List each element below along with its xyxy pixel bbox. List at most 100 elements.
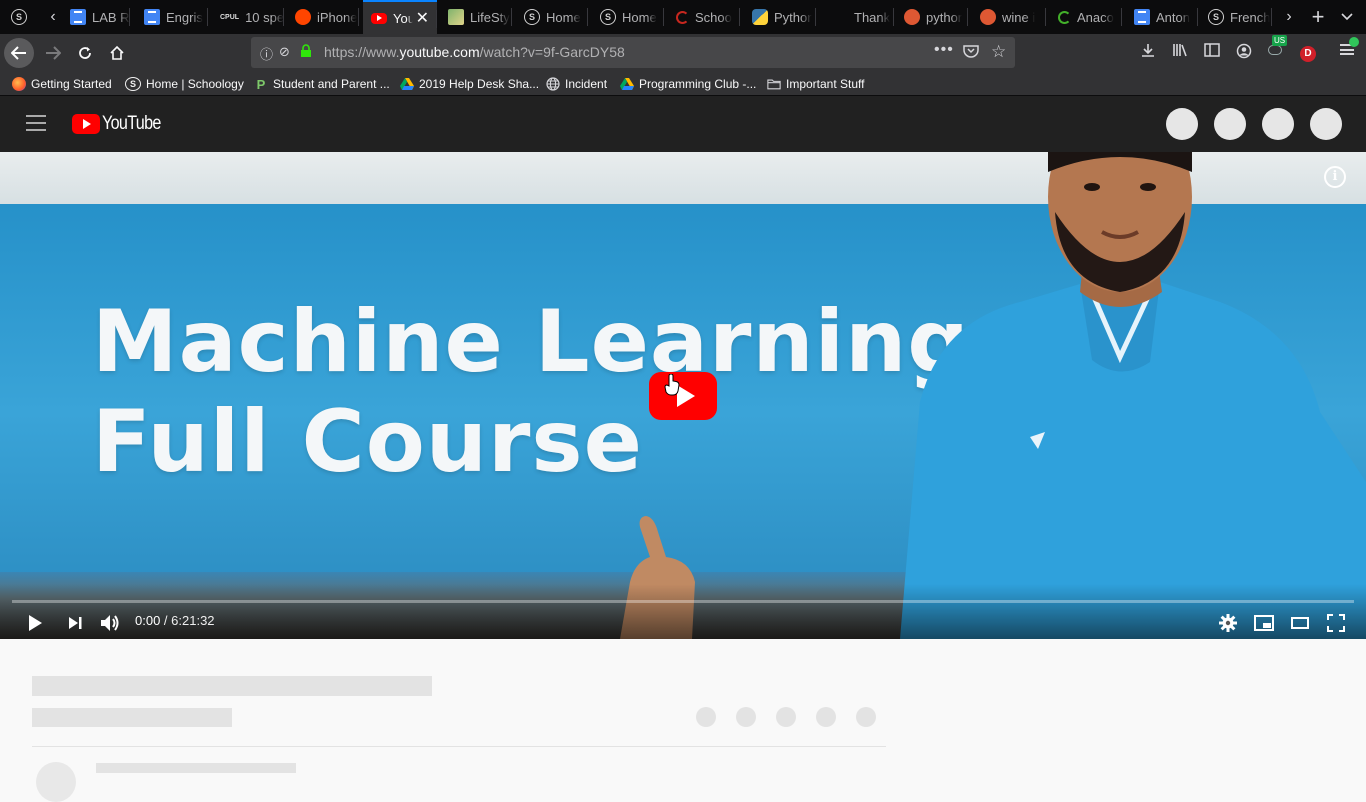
guide-menu-button[interactable] [26,115,46,131]
bookmark-help-desk[interactable]: 2019 Help Desk Sha... [400,75,539,93]
docs-icon [70,9,86,25]
page-actions-icon[interactable]: ••• [934,41,954,59]
miniplayer-button[interactable] [1251,612,1277,634]
tab-python[interactable]: Pythor [744,0,816,34]
forward-button[interactable] [38,38,68,68]
schoology-icon: S [11,9,27,25]
downloads-icon[interactable] [1138,43,1158,61]
tab-schoo[interactable]: Schoo [668,0,740,34]
anaconda-icon [1058,10,1071,24]
account-icon[interactable] [1234,43,1254,63]
new-tab-button[interactable]: + [1306,0,1330,34]
masthead-placeholder-button[interactable] [1166,108,1198,140]
folder-icon [767,79,781,90]
scroll-tabs-right-button[interactable]: › [1278,0,1300,34]
bookmark-star-icon[interactable]: ☆ [991,42,1006,62]
mute-button[interactable] [98,612,124,634]
pinned-schoology-tab[interactable]: S [6,0,32,34]
tab-label: pythor [926,9,963,25]
tab-label: Thank [854,9,891,25]
video-info-button[interactable]: i [1324,166,1346,188]
action-placeholder [856,707,876,727]
home-button[interactable] [102,38,132,68]
miniplayer-icon [1254,615,1274,631]
schoology-icon: S [125,77,141,91]
drive-icon [400,78,414,90]
chevron-down-icon [1341,13,1353,21]
tab-iphone[interactable]: iPhone [287,0,359,34]
bookmark-home-schoology[interactable]: S Home | Schoology [125,75,244,93]
tab-thank[interactable]: Thank [820,0,894,34]
bookmark-getting-started[interactable]: Getting Started [12,75,112,93]
tab-label: Home [622,9,657,25]
progress-bar[interactable] [12,600,1354,603]
tab-anaconda[interactable]: Anaco [1050,0,1122,34]
menu-button[interactable] [1337,37,1359,56]
bookmark-student-parent[interactable]: P Student and Parent ... [254,75,390,93]
home-icon [110,45,124,60]
bookmark-label: Important Stuff [786,77,865,91]
fullscreen-button[interactable] [1323,612,1349,634]
tab-home-2[interactable]: S Home [592,0,664,34]
schoology-icon: S [600,9,616,25]
tab-french[interactable]: S French [1200,0,1272,34]
autoplay-blocked-icon[interactable]: ⊘ [279,44,290,60]
tab-label: Schoo [695,9,732,25]
action-placeholder [736,707,756,727]
scroll-tabs-left-button[interactable]: ‹ [42,0,64,34]
youtube-logo[interactable]: YouTube [72,113,171,135]
tab-10-spe[interactable]: CPUL 10 spe [212,0,284,34]
tab-lifesty[interactable]: LifeSty [440,0,512,34]
bookmark-incident[interactable]: Incident [546,75,607,93]
tab-python-search[interactable]: pythor [896,0,968,34]
masthead-placeholder-button[interactable] [1310,108,1342,140]
tab-engris[interactable]: Engris [136,0,208,34]
chevron-right-icon: › [1286,8,1292,25]
url-prefix: https://www. [324,44,400,60]
url-bar[interactable]: ⓘ ⊘ https://www.youtube.com/watch?v=9f-G… [251,37,1015,68]
bookmark-programming-club[interactable]: Programming Club -... [620,75,756,93]
globe-icon [546,77,560,91]
settings-button[interactable] [1215,612,1241,634]
tab-home-1[interactable]: S Home [516,0,588,34]
image-icon [448,9,464,25]
bookmarks-toolbar: Getting Started S Home | Schoology P Stu… [0,72,1366,96]
url-domain: youtube.com [399,44,480,60]
tab-wine[interactable]: wine i [972,0,1046,34]
bookmark-label: Student and Parent ... [273,77,390,91]
library-icon[interactable] [1170,43,1190,61]
pocket-icon[interactable] [963,44,979,61]
masthead-placeholder-button[interactable] [1214,108,1246,140]
profile-extension-button[interactable]: D [1298,43,1318,62]
close-tab-icon[interactable]: ✕ [416,8,429,28]
sidebar-icon[interactable] [1202,43,1222,61]
lock-icon[interactable] [300,44,312,61]
thumbnail-title: Machine Learning Full Course [92,292,970,492]
back-button[interactable] [4,38,34,68]
next-button[interactable] [62,612,88,634]
tab-label: LAB R [92,9,130,25]
tab-lab-r[interactable]: LAB R [62,0,130,34]
video-player[interactable]: Machine Learning Full Course i 0:00 / 6:… [0,152,1366,639]
list-all-tabs-button[interactable] [1336,0,1358,34]
large-play-button[interactable] [649,372,717,420]
schoology-icon: S [524,9,540,25]
masthead-placeholder-button[interactable] [1262,108,1294,140]
tab-label: 10 spe [245,9,284,25]
play-icon [29,615,42,631]
theater-mode-button[interactable] [1287,612,1313,634]
action-placeholder [816,707,836,727]
info-icon[interactable]: ⓘ [260,44,273,63]
url-path: /watch?v=9f-GarcDY58 [479,44,625,60]
url-text[interactable]: https://www.youtube.com/watch?v=9f-GarcD… [324,44,625,60]
cpu-icon: CPUL [220,13,240,21]
vpn-country-badge: US [1272,35,1288,46]
tab-anton[interactable]: Anton [1126,0,1198,34]
thumbnail-title-line1: Machine Learning [92,292,970,392]
tab-youtube-active[interactable]: You ✕ [363,0,437,34]
tab-label: You [393,10,415,26]
play-button[interactable] [22,612,48,634]
bookmark-folder-important-stuff[interactable]: Important Stuff [767,75,865,93]
tab-label: iPhone [317,9,358,25]
reload-button[interactable] [70,38,100,68]
